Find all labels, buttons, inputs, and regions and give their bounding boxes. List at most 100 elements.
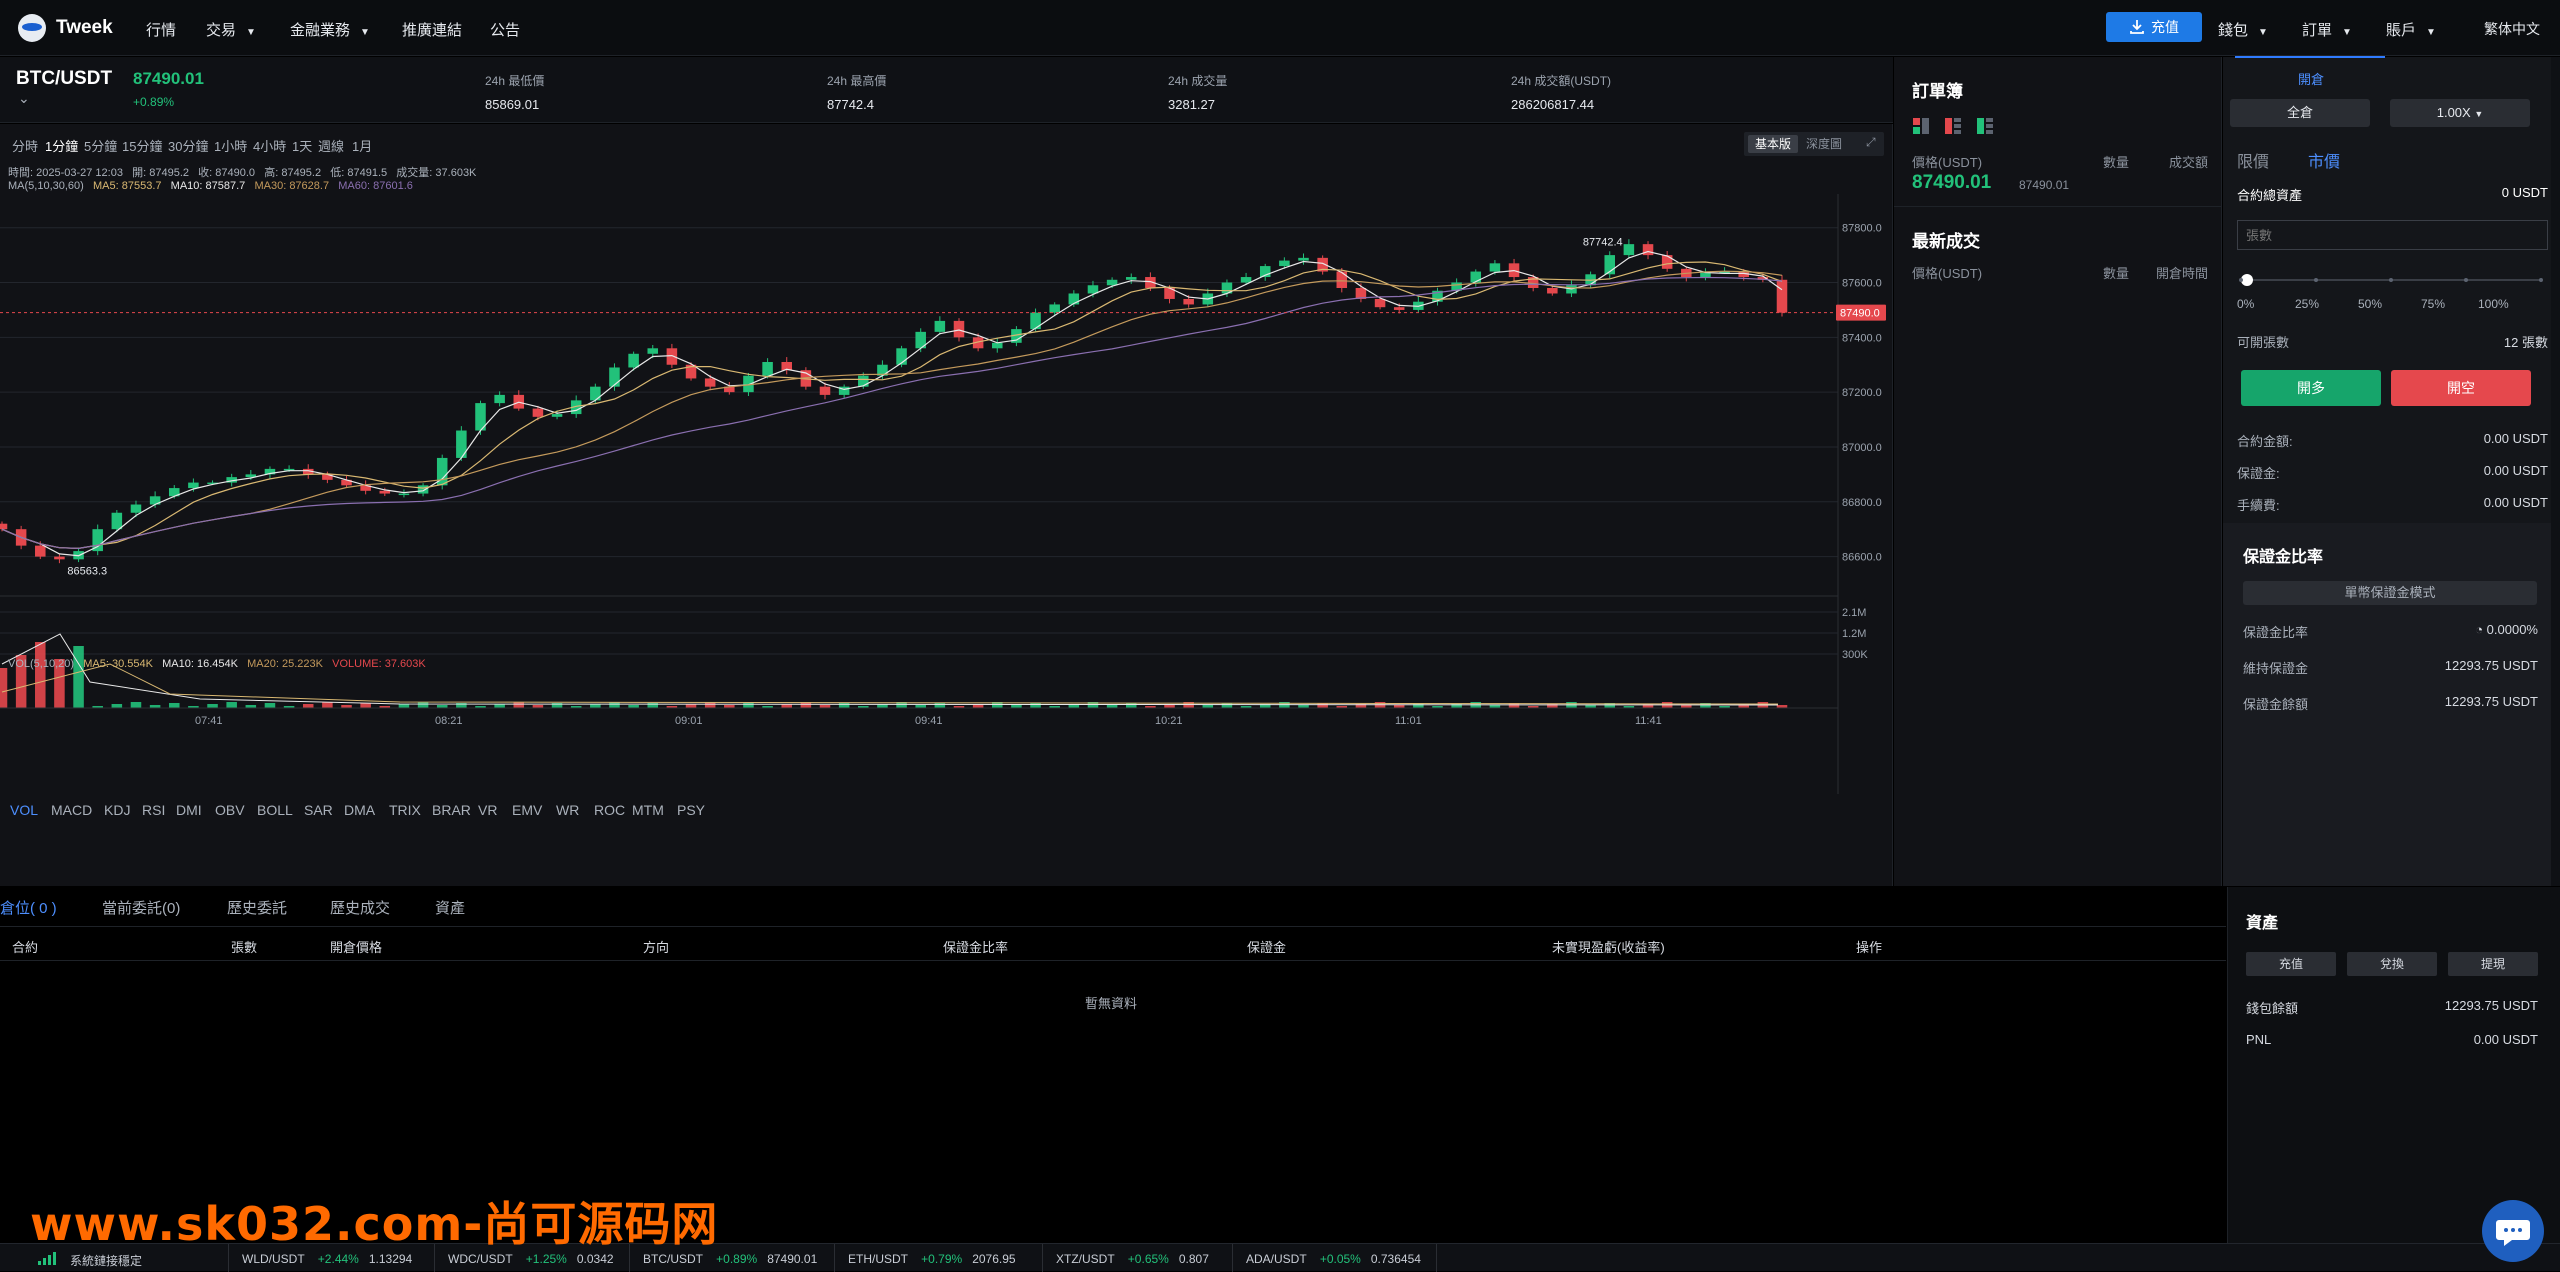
nav-trade[interactable]: 交易 ▼ xyxy=(206,19,256,40)
indicator-dma[interactable]: DMA xyxy=(344,802,375,818)
positions-tab-2[interactable]: 歷史委託 xyxy=(227,897,287,918)
asset-withdraw-button[interactable]: 提現 xyxy=(2448,952,2538,976)
positions-tab-0[interactable]: 倉位( 0 ) xyxy=(0,897,57,918)
quantity-input[interactable] xyxy=(2237,220,2548,250)
indicator-mtm[interactable]: MTM xyxy=(632,802,664,818)
tab-open-position[interactable]: 開倉 xyxy=(2298,69,2324,88)
positions-tab-4[interactable]: 資產 xyxy=(435,897,465,918)
quantity-slider[interactable] xyxy=(2237,270,2548,290)
market-header: BTC/USDT ⌄ 87490.01 +0.89% 24h 最低價 85869… xyxy=(0,57,1893,123)
vol-ma20: MA20: 25.223K xyxy=(247,658,323,670)
logo[interactable]: Tweek xyxy=(18,14,113,42)
timeframe-4[interactable]: 30分鐘 xyxy=(168,136,208,155)
volume-bar xyxy=(0,668,8,708)
pair-name[interactable]: BTC/USDT xyxy=(16,68,112,90)
ticker-item[interactable]: WDC/USDT +1.25% 0.0342 xyxy=(448,1252,614,1266)
open-long-button[interactable]: 開多 xyxy=(2241,370,2381,406)
timeframe-2[interactable]: 5分鐘 xyxy=(84,136,117,155)
timeframe-0[interactable]: 分時 xyxy=(12,136,38,155)
ticker-item[interactable]: ETH/USDT +0.79% 2076.95 xyxy=(848,1252,1016,1266)
scrollbar[interactable] xyxy=(2551,57,2560,886)
view-basic[interactable]: 基本版 xyxy=(1748,135,1798,153)
book-asks-icon[interactable] xyxy=(1944,117,1962,135)
leverage-button[interactable]: 1.00X ▼ xyxy=(2390,99,2530,127)
indicator-obv[interactable]: OBV xyxy=(215,802,245,818)
volume-bar xyxy=(111,704,123,708)
timeframe-5[interactable]: 1小時 xyxy=(214,136,247,155)
indicator-vr[interactable]: VR xyxy=(478,802,497,818)
price-axis-label: 87600.0 xyxy=(1842,278,1882,290)
gauge-icon: ◔ xyxy=(2475,622,2484,637)
nav-account[interactable]: 賬戶 ▼ xyxy=(2386,19,2436,40)
ticker-price: 0.807 xyxy=(1178,1252,1209,1266)
indicator-rsi[interactable]: RSI xyxy=(142,802,165,818)
volume-bar xyxy=(1221,703,1233,708)
ticker-separator xyxy=(1232,1244,1233,1272)
language-switch[interactable]: 繁体中文 xyxy=(2484,19,2540,39)
view-depth[interactable]: 深度圖 xyxy=(1806,135,1842,153)
indicator-roc[interactable]: ROC xyxy=(594,802,625,818)
nav-market[interactable]: 行情 xyxy=(146,19,176,40)
asset-convert-button[interactable]: 兌換 xyxy=(2347,952,2437,976)
nav-finance-label: 金融業務 xyxy=(290,22,351,39)
ticker-separator xyxy=(1436,1244,1437,1272)
book-both-icon[interactable] xyxy=(1912,117,1930,135)
timeframe-7[interactable]: 1天 xyxy=(292,136,312,155)
time-axis-label: 11:01 xyxy=(1395,715,1422,727)
orderbook-mode-switch xyxy=(1912,117,1994,135)
slider-tick xyxy=(2239,278,2243,282)
ticker-price: 0.736454 xyxy=(1370,1252,1421,1266)
open-short-button[interactable]: 開空 xyxy=(2391,370,2531,406)
indicator-emv[interactable]: EMV xyxy=(512,802,542,818)
timeframe-8[interactable]: 週線 xyxy=(318,136,344,155)
order-type-market[interactable]: 市價 xyxy=(2308,148,2340,172)
chevron-down-icon[interactable]: ⌄ xyxy=(18,90,30,107)
nav-referral[interactable]: 推廣連結 xyxy=(402,19,462,40)
indicator-brar[interactable]: BRAR xyxy=(432,802,471,818)
timeframe-3[interactable]: 15分鐘 xyxy=(122,136,162,155)
indicator-psy[interactable]: PSY xyxy=(677,802,705,818)
margin-mode-button[interactable]: 全倉 xyxy=(2230,99,2370,127)
slider-mark-1: 25% xyxy=(2295,297,2320,311)
current-price-tag: 87490.0 xyxy=(1840,308,1880,320)
ticker-item[interactable]: BTC/USDT +0.89% 87490.01 xyxy=(643,1252,817,1266)
indicator-macd[interactable]: MACD xyxy=(51,802,92,818)
high-marker: 87742.4 xyxy=(1583,236,1623,248)
deposit-button[interactable]: 充值 xyxy=(2106,12,2202,42)
timeframe-6[interactable]: 4小時 xyxy=(253,136,286,155)
indicator-trix[interactable]: TRIX xyxy=(389,802,421,818)
indicator-kdj[interactable]: KDJ xyxy=(104,802,130,818)
candle-body xyxy=(1470,271,1482,283)
fee-label: 手續費: xyxy=(2237,498,2280,513)
nav-wallet[interactable]: 錢包 ▼ xyxy=(2218,19,2268,40)
positions-tab-3[interactable]: 歷史成交 xyxy=(330,897,390,918)
timeframe-1[interactable]: 1分鐘 xyxy=(45,136,78,155)
book-bids-icon[interactable] xyxy=(1976,117,1994,135)
nav-announcement[interactable]: 公告 xyxy=(490,19,520,40)
candle-body xyxy=(1336,271,1348,288)
ticker-item[interactable]: XTZ/USDT +0.65% 0.807 xyxy=(1056,1252,1209,1266)
timeframe-9[interactable]: 1月 xyxy=(352,136,372,155)
candle-body xyxy=(111,512,123,530)
asset-deposit-button[interactable]: 充值 xyxy=(2246,952,2336,976)
order-type-limit[interactable]: 限價 xyxy=(2237,148,2269,172)
timeframe-bar: 分時 1分鐘 5分鐘 15分鐘 30分鐘 1小時 4小時 1天 週線 1月 xyxy=(0,124,1893,162)
nav-finance[interactable]: 金融業務 ▼ xyxy=(290,19,370,40)
time-axis-label: 08:21 xyxy=(435,715,463,727)
single-margin-mode-button[interactable]: 單幣保證金模式 xyxy=(2243,581,2537,605)
ticker-item[interactable]: ADA/USDT +0.05% 0.736454 xyxy=(1246,1252,1421,1266)
indicator-dmi[interactable]: DMI xyxy=(176,802,202,818)
ticker-item[interactable]: WLD/USDT +2.44% 1.13294 xyxy=(242,1252,412,1266)
candle-body xyxy=(609,367,620,387)
nav-orders[interactable]: 訂單 ▼ xyxy=(2302,19,2352,40)
positions-tab-1[interactable]: 當前委託(0) xyxy=(102,897,180,918)
indicator-sar[interactable]: SAR xyxy=(304,802,333,818)
positions-col-7: 操作 xyxy=(1856,940,1883,955)
indicator-vol[interactable]: VOL xyxy=(10,802,38,818)
kline-canvas[interactable]: 87800.0 87600.0 87400.0 87200.0 87000.0 86800… xyxy=(0,194,1893,794)
fullscreen-icon[interactable]: ⤢ xyxy=(1866,135,1876,150)
indicator-wr[interactable]: WR xyxy=(556,802,579,818)
chat-button[interactable] xyxy=(2482,1200,2544,1262)
indicator-bar: VOL MACD KDJ RSI DMI OBV BOLL SAR DMA TRIX BRAR VR E… xyxy=(0,794,1893,824)
indicator-boll[interactable]: BOLL xyxy=(257,802,293,818)
